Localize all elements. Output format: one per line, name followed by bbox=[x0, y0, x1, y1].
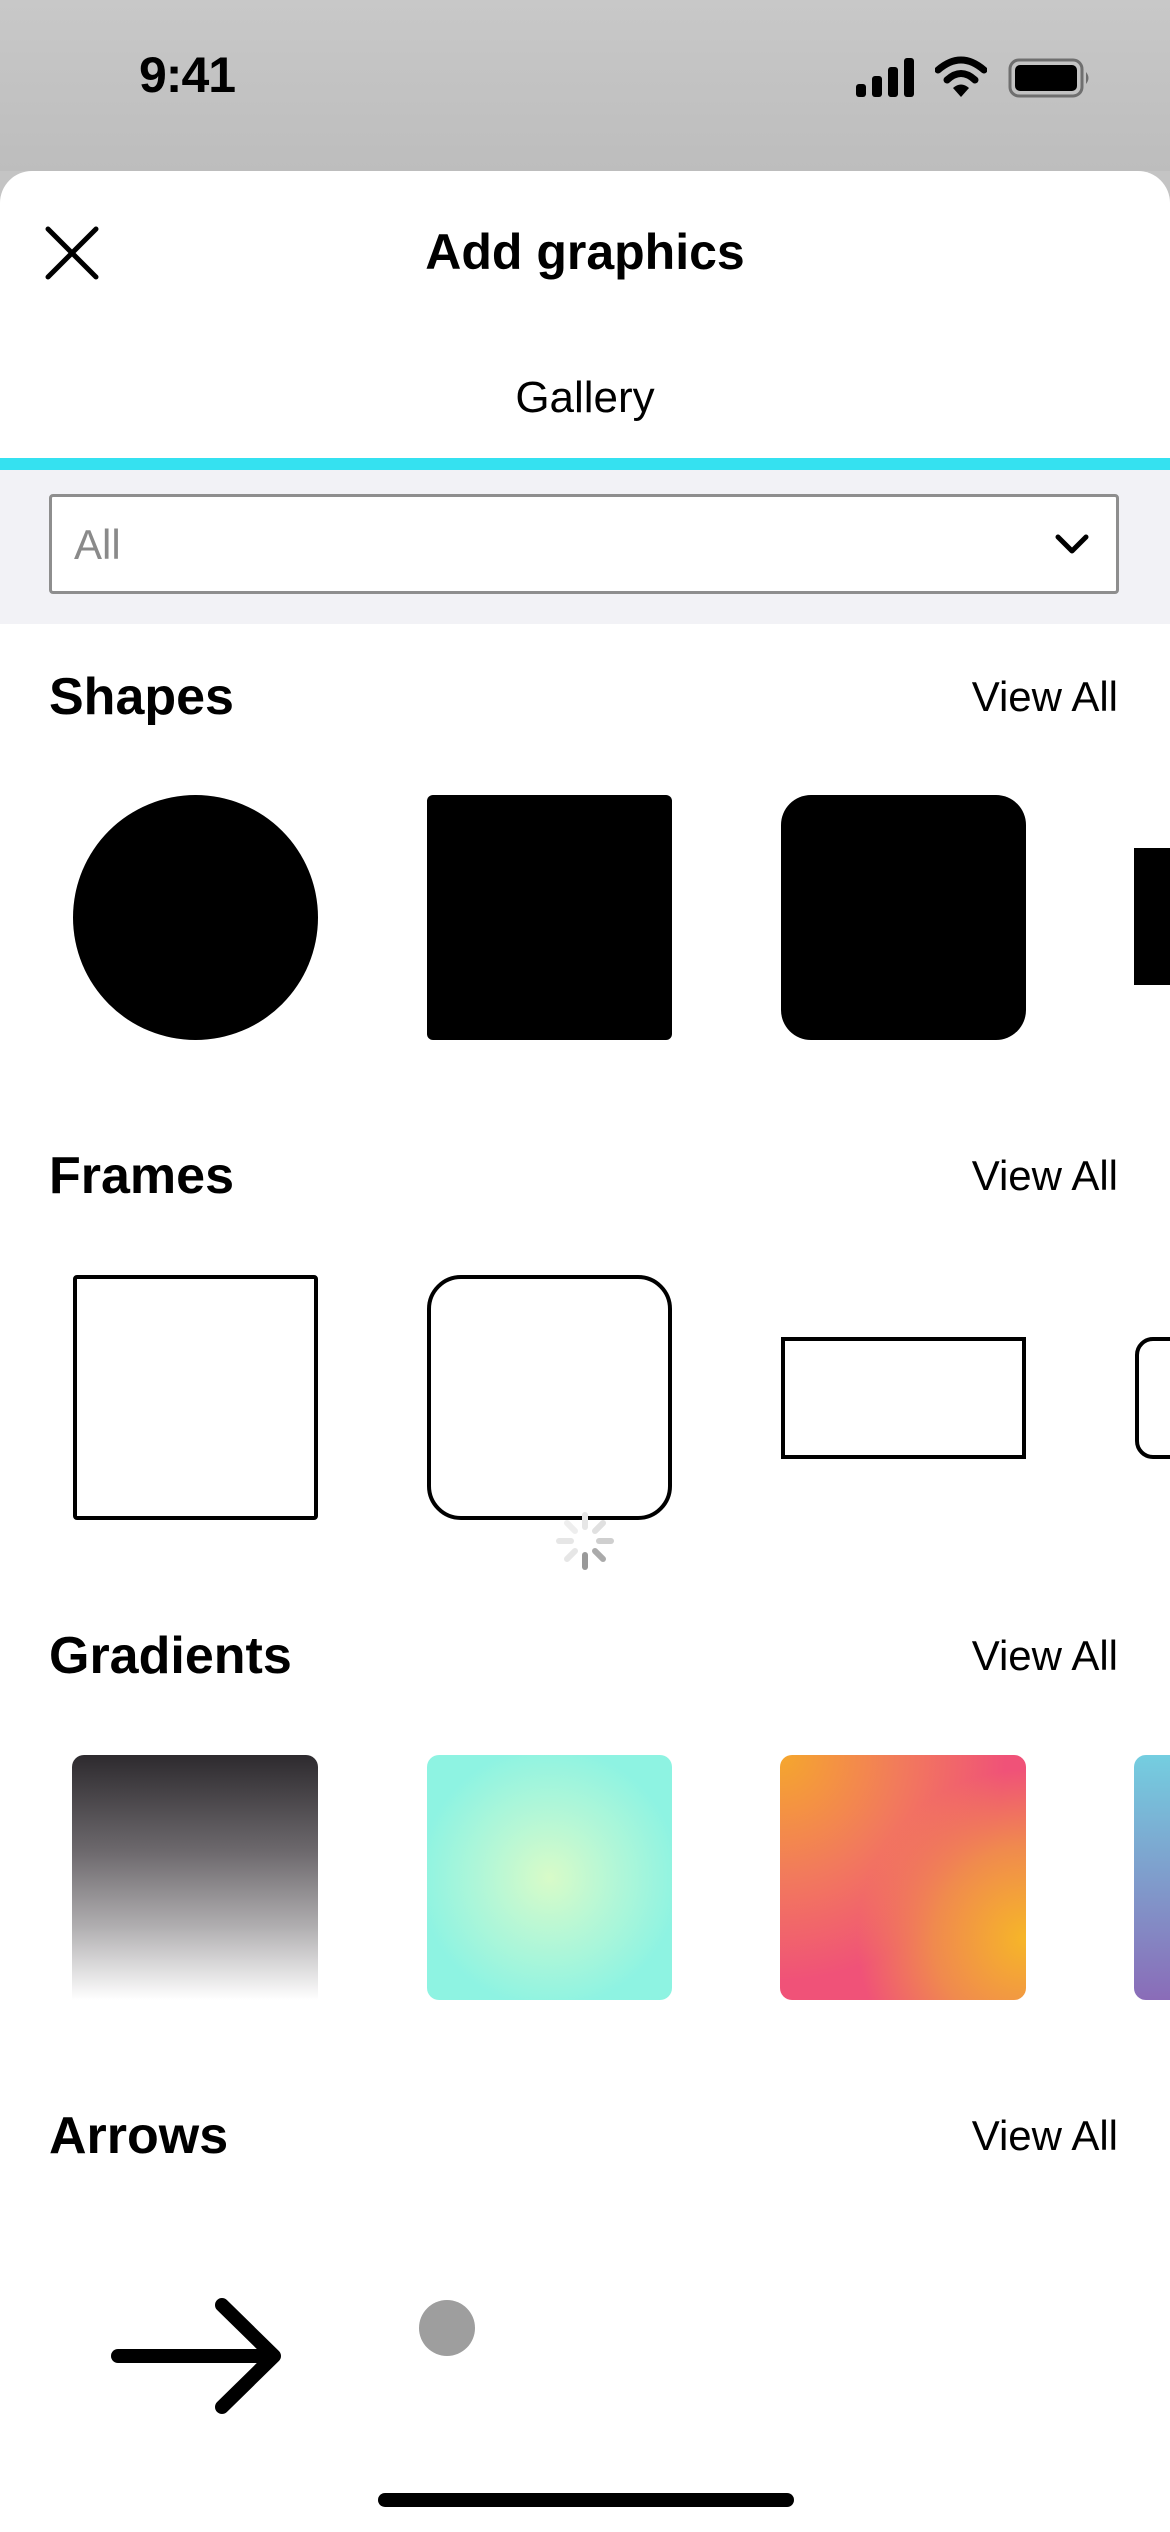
battery-icon bbox=[1008, 58, 1089, 98]
tab-gallery[interactable]: Gallery bbox=[0, 373, 1170, 423]
cellular-signal-icon bbox=[856, 58, 914, 97]
shape-circle[interactable] bbox=[73, 795, 318, 1040]
gradient-gray[interactable] bbox=[72, 1755, 318, 2000]
gradient-mint[interactable] bbox=[427, 1755, 672, 2000]
add-graphics-sheet: Add graphics Gallery All Shapes View All… bbox=[0, 171, 1170, 2532]
gradient-blue-purple[interactable] bbox=[1134, 1755, 1170, 2000]
section-title-arrows: Arrows bbox=[49, 2107, 229, 2165]
loading-dot bbox=[419, 2300, 475, 2356]
frame-rounded-rectangle[interactable] bbox=[1135, 1337, 1170, 1459]
frame-rectangle[interactable] bbox=[781, 1337, 1026, 1459]
section-title-gradients: Gradients bbox=[49, 1627, 292, 1685]
category-select[interactable]: All bbox=[49, 494, 1119, 594]
gradient-sunset[interactable] bbox=[780, 1755, 1026, 2000]
frame-rounded-square[interactable] bbox=[427, 1275, 672, 1520]
section-title-frames: Frames bbox=[49, 1147, 234, 1205]
frame-square[interactable] bbox=[73, 1275, 318, 1520]
section-title-shapes: Shapes bbox=[49, 668, 234, 726]
status-bar: 9:41 bbox=[0, 0, 1170, 171]
arrow-right-icon[interactable] bbox=[100, 2291, 290, 2421]
wifi-icon bbox=[935, 56, 987, 97]
tab-active-indicator bbox=[0, 458, 1170, 470]
sheet-title: Add graphics bbox=[425, 224, 745, 280]
shape-square[interactable] bbox=[427, 795, 672, 1040]
shape-rectangle[interactable] bbox=[1134, 848, 1170, 985]
shape-rounded-square[interactable] bbox=[781, 795, 1026, 1040]
view-all-arrows-button[interactable]: View All bbox=[972, 2112, 1118, 2160]
category-select-value: All bbox=[74, 521, 121, 568]
status-time: 9:41 bbox=[139, 47, 236, 103]
view-all-frames-button[interactable]: View All bbox=[972, 1152, 1118, 1200]
filter-bar: All bbox=[0, 470, 1170, 624]
view-all-gradients-button[interactable]: View All bbox=[972, 1632, 1118, 1680]
loading-spinner-icon bbox=[556, 1512, 614, 1570]
chevron-down-icon bbox=[1055, 534, 1089, 554]
home-indicator bbox=[378, 2493, 794, 2507]
view-all-shapes-button[interactable]: View All bbox=[972, 673, 1118, 721]
